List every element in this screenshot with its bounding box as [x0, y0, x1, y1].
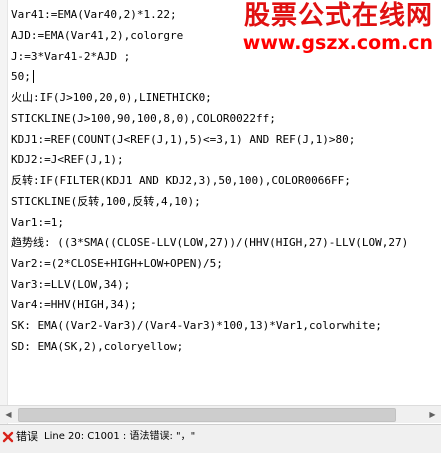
watermark-url: www.gszx.com.cn — [242, 32, 433, 54]
code-line[interactable]: STICKLINE(J>100,90,100,8,0),COLOR0022ff; — [11, 112, 276, 126]
text-caret — [33, 70, 34, 83]
code-line[interactable]: Var3:=LLV(LOW,34); — [11, 278, 130, 292]
code-line[interactable]: KDJ1:=REF(COUNT(J<REF(J,1),5)<=3,1) AND … — [11, 133, 355, 147]
status-label: 错误 — [16, 430, 38, 443]
horizontal-scrollbar[interactable]: ◀ ▶ — [0, 405, 441, 423]
code-line[interactable]: 50; — [11, 70, 31, 84]
error-message[interactable]: Line 20: C1001 : 语法错误: "，" — [44, 430, 195, 444]
code-line[interactable]: KDJ2:=J<REF(J,1); — [11, 153, 124, 167]
code-line[interactable]: 火山:IF(J>100,20,0),LINETHICK0; — [11, 91, 212, 105]
code-line[interactable]: SK: EMA((Var2-Var3)/(Var4-Var3)*100,13)*… — [11, 319, 382, 333]
code-line[interactable]: Var4:=HHV(HIGH,34); — [11, 298, 137, 312]
code-editor[interactable]: Var41:=EMA(Var40,2)*1.22; AJD:=EMA(Var41… — [0, 0, 441, 424]
scrollbar-thumb[interactable] — [18, 408, 396, 422]
scroll-right-arrow-icon[interactable]: ▶ — [424, 406, 441, 423]
watermark-logo: 股票公式在线网 www.gszx.com.cn — [223, 0, 433, 58]
error-x-icon — [2, 431, 14, 443]
scroll-left-arrow-icon[interactable]: ◀ — [0, 406, 17, 423]
code-line[interactable]: STICKLINE(反转,100,反转,4,10); — [11, 195, 201, 209]
code-line[interactable]: Var1:=1; — [11, 216, 64, 230]
code-line[interactable]: 趋势线: ((3*SMA((CLOSE-LLV(LOW,27))/(HHV(HI… — [11, 236, 408, 250]
editor-gutter — [0, 0, 8, 424]
code-line[interactable]: J:=3*Var41-2*AJD ; — [11, 50, 130, 64]
code-line[interactable]: SD: EMA(SK,2),coloryellow; — [11, 340, 183, 354]
status-bar: 错误 Line 20: C1001 : 语法错误: "，" — [0, 424, 441, 453]
code-line[interactable]: Var2:=(2*CLOSE+HIGH+LOW+OPEN)/5; — [11, 257, 223, 271]
code-line[interactable]: 反转:IF(FILTER(KDJ1 AND KDJ2,3),50,100),CO… — [11, 174, 351, 188]
code-line[interactable]: AJD:=EMA(Var41,2),colorgre — [11, 29, 183, 43]
watermark-title: 股票公式在线网 — [243, 1, 433, 31]
code-line[interactable]: Var41:=EMA(Var40,2)*1.22; — [11, 8, 177, 22]
